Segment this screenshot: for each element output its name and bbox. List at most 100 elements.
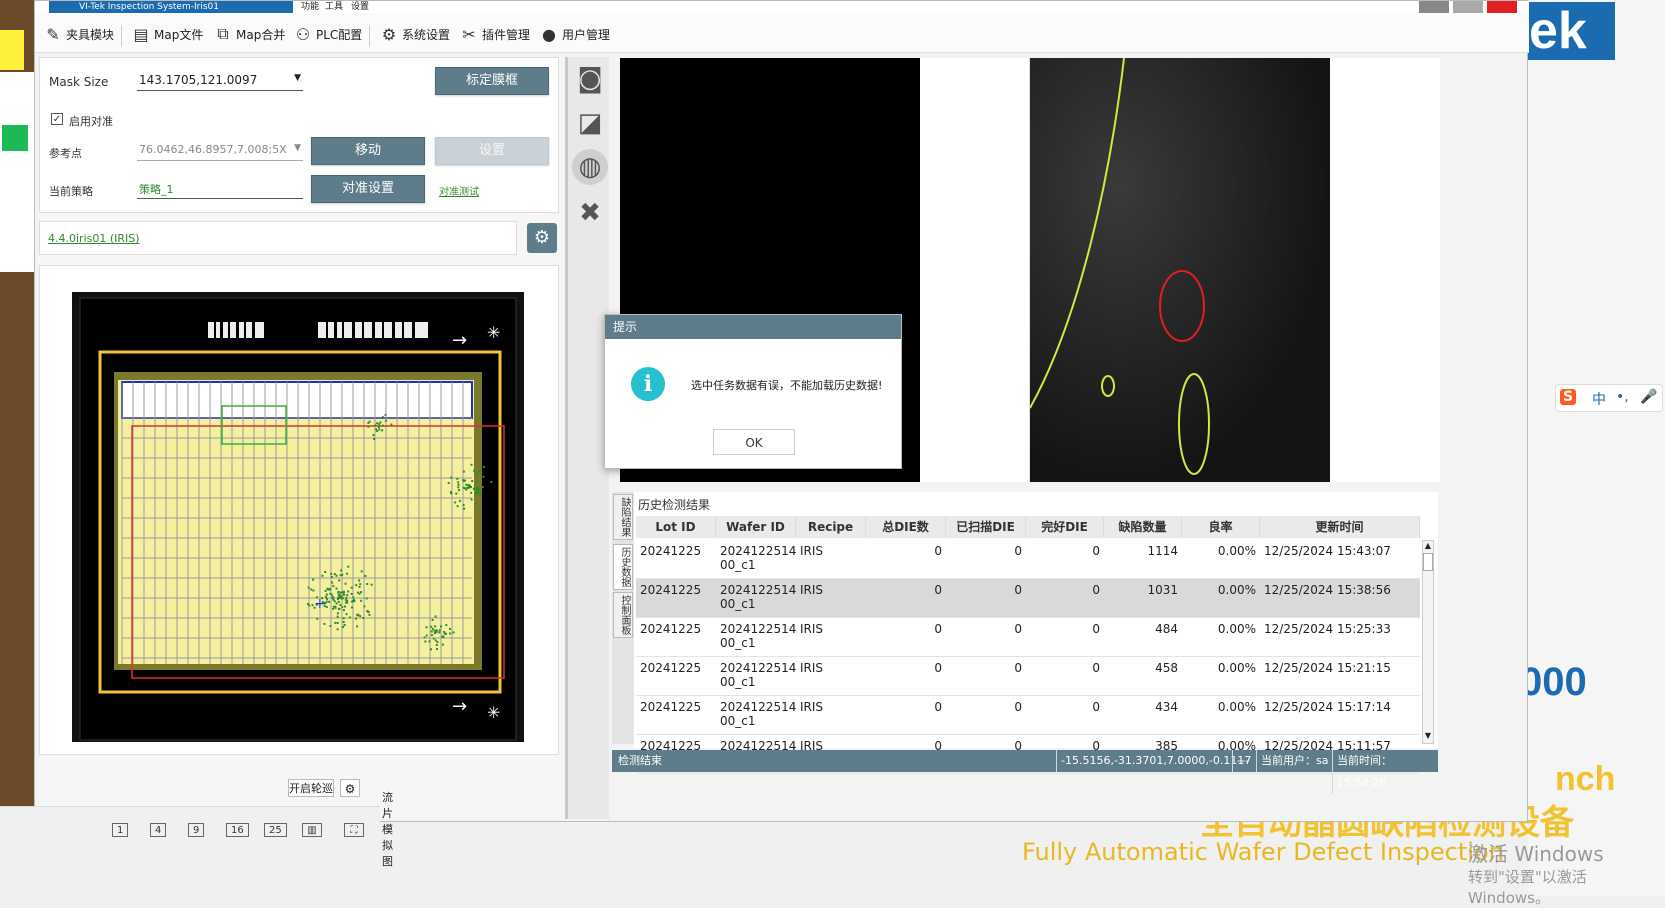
patrol-gear-icon[interactable]: ⚙ <box>340 779 360 797</box>
menu-tools[interactable]: 工具 <box>325 1 343 13</box>
align-settings-button[interactable]: 对准设置 <box>311 175 425 203</box>
patrol-button[interactable]: 开启轮巡 <box>288 779 334 797</box>
align-test-link[interactable]: 对准测试 <box>439 183 479 198</box>
toolbar-fixture[interactable]: ✎ 夹具模块 <box>43 21 114 47</box>
mask-size-dropdown[interactable]: 143.1705,121.0097 ▼ <box>137 73 303 91</box>
camera-icon[interactable]: ◙ <box>572 61 608 97</box>
col-total-die[interactable]: 总DIE数 <box>866 516 946 538</box>
table-cell-good: 0 <box>1092 700 1100 714</box>
table-row[interactable]: 20241225 2024122514 00_c1 IRIS 0 0 0 484 0.00% 12… <box>636 618 1420 657</box>
tab-defect-results[interactable]: 缺陷结果 <box>613 494 633 540</box>
table-cell-lot: 20241225 <box>640 661 702 675</box>
col-good-die[interactable]: 完好DIE <box>1026 516 1104 538</box>
scroll-thumb[interactable] <box>1423 553 1433 571</box>
grid-1-button[interactable]: 1 <box>112 823 129 837</box>
table-cell-yield: 0.00% <box>1217 544 1256 558</box>
col-scanned-die[interactable]: 已扫描DIE <box>946 516 1026 538</box>
strategy-field[interactable]: 策略_1 <box>137 181 303 199</box>
table-cell-time: 12/25/2024 15:21:15 <box>1264 661 1391 675</box>
calibrate-frame-button[interactable]: 标定膜框 <box>435 67 549 95</box>
tab-control-panel[interactable]: 控制面板 <box>613 592 633 638</box>
toolbar-plugins[interactable]: ✂ 插件管理 <box>459 21 530 47</box>
toolbar-map-file[interactable]: ▤ Map文件 <box>131 21 203 47</box>
col-wafer-id[interactable]: Wafer ID <box>716 516 796 538</box>
star-icon: ✳ <box>487 323 500 342</box>
table-cell-yield: 0.00% <box>1217 661 1256 675</box>
activate-windows-hint: 转到"设置"以激活 Windows。 <box>1468 868 1587 907</box>
wafer-map[interactable]: → ✳ + → ✳ <box>40 266 560 756</box>
merge-icon: ⧉ <box>217 24 229 43</box>
map-grid-icon[interactable]: ◍ <box>572 149 608 185</box>
toolbar-system-settings[interactable]: ⚙ 系统设置 <box>379 21 450 47</box>
enable-align-label: 启用对准 <box>69 115 113 128</box>
crosshair-icon: + <box>314 596 326 612</box>
table-row[interactable]: 20241225 2024122514 00_c1 IRIS 0 0 0 1114 0.00% 1… <box>636 540 1420 579</box>
table-cell-total: 0 <box>934 544 942 558</box>
table-row[interactable]: 20241225 2024122514 00_c1 IRIS 0 0 0 1031 0.00% 1… <box>636 579 1420 618</box>
table-cell-recipe: IRIS <box>800 544 824 558</box>
main-toolbar: ✎ 夹具模块 ▤ Map文件 ⧉ Map合并 ⚇ PLC配置 ⚙ 系统设置 ✂ 插件管理 ●… <box>35 13 1529 53</box>
grid-25-button[interactable]: 25 <box>264 823 287 837</box>
alert-dialog: 提示 i 选中任务数据有误，不能加载历史数据! OK <box>604 314 902 469</box>
image-adjust-icon[interactable]: ◪ <box>572 105 608 141</box>
table-cell-recipe: IRIS <box>800 622 824 636</box>
table-cell-scanned: 0 <box>1014 583 1022 597</box>
recipe-link[interactable]: 4.4.0iris01 (IRIS) <box>48 232 140 245</box>
scroll-down-icon[interactable]: ▼ <box>1423 731 1433 743</box>
desktop-left-strip <box>0 0 34 812</box>
menu-function[interactable]: 功能 <box>301 1 319 13</box>
col-recipe[interactable]: Recipe <box>796 516 866 538</box>
history-panel: 历史检测结果 Lot ID Wafer ID Recipe 总DIE数 已扫描D… <box>634 492 1438 774</box>
table-cell-yield: 0.00% <box>1217 700 1256 714</box>
ruler-icon[interactable]: ✖ <box>572 195 608 231</box>
move-button[interactable]: 移动 <box>311 137 425 165</box>
toolbar-map-merge[interactable]: ⧉ Map合并 <box>213 21 285 47</box>
table-cell-time: 12/25/2024 15:43:07 <box>1264 544 1391 558</box>
close-button[interactable] <box>1487 1 1517 13</box>
table-cell-scanned: 0 <box>1014 622 1022 636</box>
grid-9-button[interactable]: 9 <box>188 823 205 837</box>
window-title: VI-Tek Inspection System-Iris01 <box>49 1 293 13</box>
fixture-icon: ✎ <box>46 24 60 44</box>
col-yield[interactable]: 良率 <box>1182 516 1260 538</box>
table-cell-time: 12/25/2024 15:38:56 <box>1264 583 1391 597</box>
fullscreen-icon[interactable]: ⛶ <box>344 823 364 837</box>
status-mid: --- <box>1232 750 1249 772</box>
table-cell-defects: 1114 <box>1147 544 1178 558</box>
ok-button[interactable]: OK <box>713 429 795 455</box>
dialog-title: 提示 <box>605 315 901 339</box>
menu-settings[interactable]: 设置 <box>351 1 369 13</box>
grid-16-button[interactable]: 16 <box>226 823 249 837</box>
grid-4-button[interactable]: 4 <box>150 823 167 837</box>
tab-history-data[interactable]: 历史数据 <box>613 544 633 590</box>
minimize-button[interactable] <box>1419 1 1449 13</box>
ime-punct[interactable]: •, <box>1616 389 1629 405</box>
col-defect-count[interactable]: 缺陷数量 <box>1104 516 1182 538</box>
split-view-icon[interactable]: ▥ <box>302 823 322 837</box>
dialog-message: 选中任务数据有误，不能加载历史数据! <box>691 379 883 392</box>
table-cell-total: 0 <box>934 661 942 675</box>
microphone-icon[interactable]: 🎤 <box>1640 389 1657 405</box>
refresh-settings-button[interactable]: ⚙ <box>527 223 557 253</box>
status-time: 当前时间：15:58:26 <box>1332 750 1438 794</box>
table-cell-scanned: 0 <box>1014 544 1022 558</box>
bottom-bar: 开启轮巡 ⚙ 流片模拟图 1 4 9 16 25 ▥ ⛶ <box>0 779 393 896</box>
ime-toolbar[interactable]: S 中 •, 🎤 <box>1555 384 1663 412</box>
history-scrollbar[interactable]: ▲ ▼ <box>1422 540 1434 744</box>
table-cell-lot: 20241225 <box>640 544 702 558</box>
ref-point-dropdown[interactable]: 76.0462,46.8957,7.008;5X ▼ <box>137 143 303 161</box>
toolbar-users[interactable]: ● 用户管理 <box>539 21 610 47</box>
table-row[interactable]: 20241225 2024122514 00_c1 IRIS 0 0 0 458 0.00% 12… <box>636 657 1420 696</box>
scroll-up-icon[interactable]: ▲ <box>1423 541 1433 553</box>
col-lot-id[interactable]: Lot ID <box>636 516 716 538</box>
status-bar: 检测结束 -15.5156,-31.3701,7.0000,-0.1117 --… <box>612 750 1438 794</box>
toolbar-plc[interactable]: ⚇ PLC配置 <box>293 21 362 47</box>
camera-view-2[interactable] <box>1029 57 1330 482</box>
maximize-button[interactable] <box>1453 1 1483 13</box>
col-update-time[interactable]: 更新时间 <box>1260 516 1420 538</box>
table-cell-total: 0 <box>934 700 942 714</box>
enable-align-checkbox[interactable]: ✓ <box>51 113 63 125</box>
table-row[interactable]: 20241225 2024122514 00_c1 IRIS 0 0 0 434 0.00% 12… <box>636 696 1420 735</box>
set-button[interactable]: 设置 <box>435 137 549 165</box>
ime-mode[interactable]: 中 <box>1592 389 1606 409</box>
